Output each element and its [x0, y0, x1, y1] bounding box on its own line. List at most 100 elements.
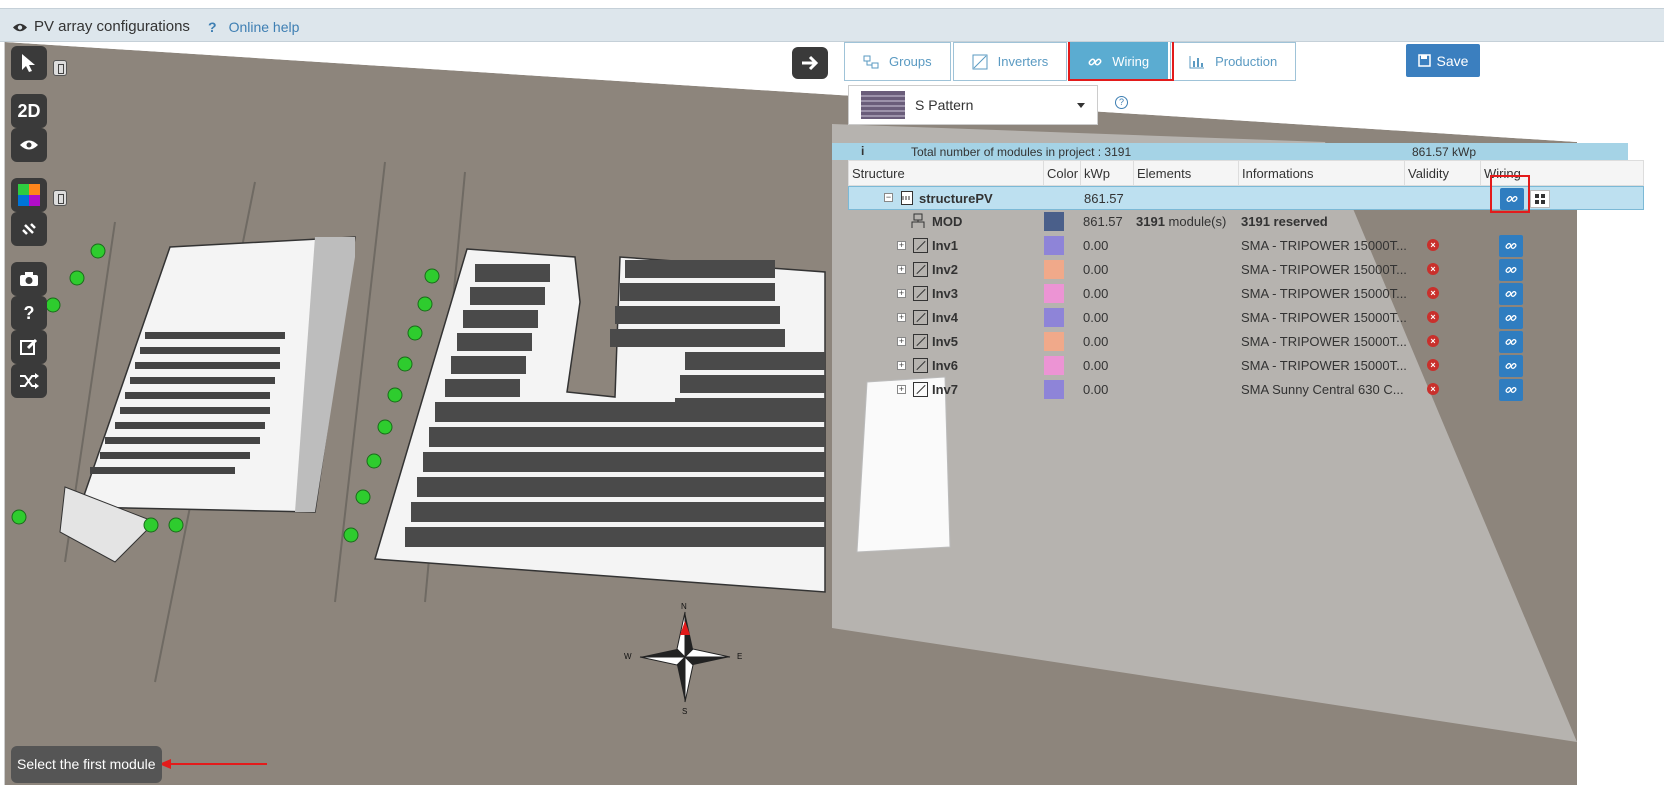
inverter-info: SMA - TRIPOWER 15000T... — [1241, 262, 1407, 277]
pattern-select[interactable]: S Pattern — [848, 85, 1098, 125]
inverter-color-swatch[interactable] — [1044, 380, 1064, 399]
inverter-color-swatch[interactable] — [1044, 308, 1064, 327]
table-row-inverter[interactable]: + Inv2 0.00 SMA - TRIPOWER 15000T... × — [848, 258, 1644, 282]
table-row-inverter[interactable]: + Inv4 0.00 SMA - TRIPOWER 15000T... × — [848, 306, 1644, 330]
cursor-icon — [22, 54, 35, 72]
table-row-inverter[interactable]: + Inv3 0.00 SMA - TRIPOWER 15000T... × — [848, 282, 1644, 306]
inverter-color-swatch[interactable] — [1044, 236, 1064, 255]
save-button[interactable]: Save — [1406, 44, 1480, 77]
tab-production[interactable]: Production — [1170, 42, 1297, 81]
help-label: ? — [23, 302, 35, 323]
help-question-icon: ? — [208, 19, 217, 35]
expand-icon[interactable]: + — [897, 265, 906, 274]
window-title-text: PV array configurations — [34, 18, 190, 35]
validity-error-icon: × — [1427, 359, 1439, 371]
wiring-button[interactable] — [1499, 235, 1523, 257]
table-row-inverter[interactable]: + Inv6 0.00 SMA - TRIPOWER 15000T... × — [848, 354, 1644, 378]
inverter-icon — [913, 310, 928, 325]
link-icon — [1505, 363, 1517, 369]
grid-icon — [1535, 194, 1545, 204]
table-row-inverter[interactable]: + Inv5 0.00 SMA - TRIPOWER 15000T... × — [848, 330, 1644, 354]
mod-elements-unit: module(s) — [1168, 214, 1227, 229]
validity-error-icon: × — [1427, 383, 1439, 395]
app-window: PV array configurations ? Online help N … — [0, 0, 1664, 797]
inverter-kwp: 0.00 — [1083, 382, 1109, 397]
collapse-icon[interactable]: − — [884, 193, 893, 202]
wiring-panel: Groups Inverters Wiring Production Save … — [832, 42, 1656, 668]
inverter-color-swatch[interactable] — [1044, 284, 1064, 303]
inverter-color-swatch[interactable] — [1044, 332, 1064, 351]
inverter-name: Inv7 — [932, 382, 959, 397]
mod-elements-count: 3191 — [1136, 214, 1165, 229]
link-icon — [1505, 291, 1517, 297]
wiring-button[interactable] — [1499, 259, 1523, 281]
expand-icon[interactable]: + — [897, 361, 906, 370]
expand-icon[interactable]: + — [897, 385, 906, 394]
mod-color-swatch[interactable] — [1044, 212, 1064, 231]
pattern-select-value: S Pattern — [915, 97, 974, 113]
unlink-tool-button[interactable] — [11, 212, 47, 246]
wiring-button-highlight — [1490, 175, 1530, 213]
camera-button[interactable] — [11, 262, 47, 296]
camera-icon — [20, 272, 38, 286]
wiring-button[interactable] — [1499, 355, 1523, 377]
inverter-kwp: 0.00 — [1083, 238, 1109, 253]
wiring-button[interactable] — [1499, 379, 1523, 401]
inverter-name: Inv5 — [932, 334, 959, 349]
inverter-kwp: 0.00 — [1083, 310, 1109, 325]
pattern-help-icon[interactable]: ? — [1115, 96, 1128, 109]
link-icon — [1505, 387, 1517, 393]
color-mode-toggle[interactable] — [53, 190, 67, 206]
table-row-structurepv[interactable]: − structurePV 861.57 — [848, 175, 1644, 213]
bar-chart-icon — [1189, 55, 1205, 68]
wiring-button[interactable] — [1499, 331, 1523, 353]
view-2d-button[interactable]: 2D — [11, 94, 47, 128]
expand-icon[interactable]: + — [897, 289, 906, 298]
table-row-inverter[interactable]: + Inv1 0.00 SMA - TRIPOWER 15000T... × — [848, 234, 1644, 258]
edit-button[interactable] — [11, 330, 47, 364]
collapse-panel-button[interactable] — [792, 47, 828, 79]
tab-groups-label: Groups — [889, 54, 932, 69]
table-row-mod[interactable]: MOD 861.57 3191 module(s) 3191 reserved — [848, 210, 1644, 234]
mod-info: 3191 reserved — [1241, 214, 1328, 229]
tab-inverters-label: Inverters — [997, 54, 1049, 69]
wiring-button[interactable] — [1499, 283, 1523, 305]
info-icon: i — [861, 144, 865, 158]
link-icon — [1505, 339, 1517, 345]
col-structure: Structure — [852, 166, 905, 181]
3d-viewport[interactable]: N E S W 2D ? Select the first module Gro… — [4, 42, 1656, 785]
select-tool-toggle[interactable] — [53, 60, 67, 76]
tab-groups[interactable]: Groups — [844, 42, 951, 81]
inverter-color-swatch[interactable] — [1044, 260, 1064, 279]
wiring-button[interactable] — [1499, 307, 1523, 329]
table-row-inverter[interactable]: + Inv7 0.00 SMA Sunny Central 630 C... × — [848, 378, 1644, 402]
inverter-name: Inv2 — [932, 262, 959, 277]
validity-error-icon: × — [1427, 287, 1439, 299]
online-help-link[interactable]: ? Online help — [208, 19, 299, 35]
help-button[interactable]: ? — [11, 296, 47, 330]
select-tool-button[interactable] — [11, 46, 47, 80]
mod-kwp: 861.57 — [1083, 214, 1123, 229]
save-label: Save — [1436, 52, 1469, 69]
compass-e: E — [737, 652, 742, 661]
expand-icon[interactable]: + — [897, 241, 906, 250]
eye-icon — [13, 23, 27, 32]
tab-production-label: Production — [1215, 54, 1278, 69]
shuffle-button[interactable] — [11, 364, 47, 398]
col-validity: Validity — [1408, 166, 1449, 181]
color-mode-button[interactable] — [11, 178, 47, 212]
visibility-button[interactable] — [11, 128, 47, 162]
grid-view-button[interactable] — [1530, 190, 1550, 208]
tab-inverters[interactable]: Inverters — [952, 42, 1068, 81]
pattern-thumbnail-icon — [861, 91, 905, 119]
expand-icon[interactable]: + — [897, 313, 906, 322]
unlink-icon — [22, 223, 36, 235]
inverter-color-swatch[interactable] — [1044, 356, 1064, 375]
kwp-total: 861.57 kWp — [1412, 145, 1477, 159]
expand-icon[interactable]: + — [897, 337, 906, 346]
inverter-info: SMA - TRIPOWER 15000T... — [1241, 334, 1407, 349]
chevron-down-icon — [1077, 103, 1085, 108]
arrow-right-icon — [802, 55, 819, 71]
col-elements: Elements — [1137, 166, 1192, 181]
validity-error-icon: × — [1427, 311, 1439, 323]
